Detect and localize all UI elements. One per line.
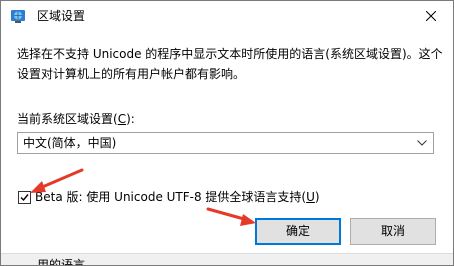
current-locale-label: 当前系统区域设置(C): <box>17 112 135 126</box>
current-locale-label-prefix: 当前系统区域设置( <box>17 112 118 126</box>
checkmark-icon <box>20 194 29 202</box>
beta-utf8-label-accesskey: U <box>306 190 315 204</box>
beta-utf8-label-prefix: Beta 版: 使用 Unicode UTF-8 提供全球语言支持( <box>35 190 307 204</box>
current-locale-label-suffix: ): <box>126 112 135 126</box>
beta-utf8-checkbox[interactable] <box>18 191 31 204</box>
background-window-strip: 用的语言。 <box>1 253 453 266</box>
close-icon <box>426 11 436 21</box>
cancel-button[interactable]: 取消 <box>350 218 436 245</box>
locale-dropdown-value: 中文(简体，中国) <box>23 136 117 150</box>
region-settings-dialog: 区域设置 选择在不支持 Unicode 的程序中显示文本时所使用的语言(系统区域… <box>0 0 454 266</box>
close-button[interactable] <box>409 1 453 31</box>
description-text: 选择在不支持 Unicode 的程序中显示文本时所使用的语言(系统区域设置)。这… <box>17 47 443 81</box>
chevron-down-icon <box>417 140 427 146</box>
title-bar: 区域设置 <box>1 1 453 31</box>
region-globe-icon <box>11 10 25 23</box>
background-window-text: 用的语言。 <box>37 258 98 266</box>
ok-button[interactable]: 确定 <box>255 218 341 245</box>
current-locale-label-accesskey: C <box>117 112 127 126</box>
locale-dropdown[interactable]: 中文(简体，中国) <box>17 132 434 154</box>
beta-utf8-label[interactable]: Beta 版: 使用 Unicode UTF-8 提供全球语言支持(U) <box>35 190 320 204</box>
dialog-title: 区域设置 <box>37 9 86 23</box>
beta-utf8-label-suffix: ) <box>314 190 320 204</box>
